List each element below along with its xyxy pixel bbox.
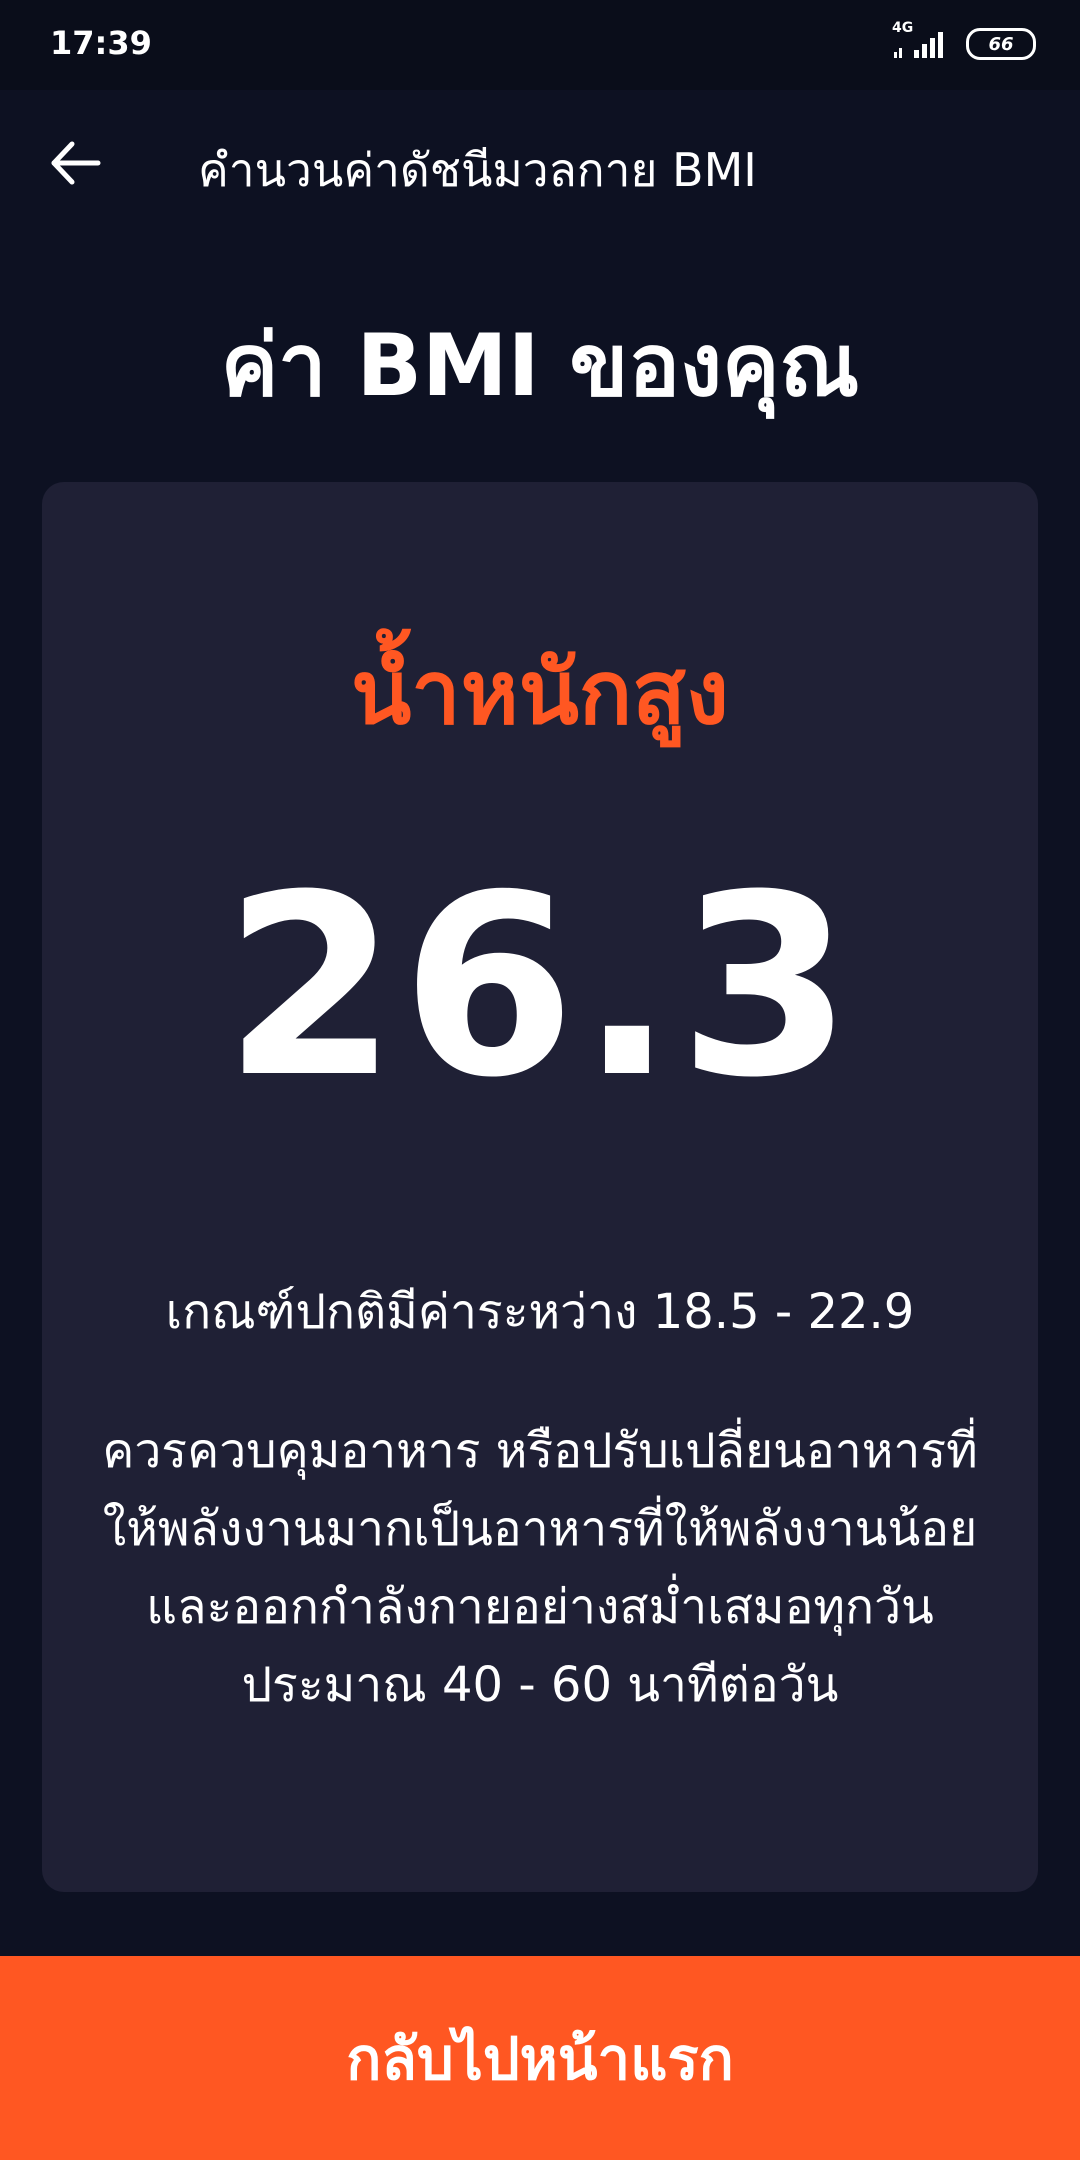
app-bar-title: คำนวนค่าดัชนีมวลกาย BMI <box>198 143 757 197</box>
battery-icon: 66 <box>966 28 1036 60</box>
result-card: น้ำหนักสูง 26.3 เกณฑ์ปกติมีค่าระหว่าง 18… <box>42 482 1038 1892</box>
arrow-left-icon <box>51 141 101 185</box>
page-title: ค่า BMI ของคุณ <box>220 316 860 416</box>
advice-text: ควรควบคุมอาหาร หรือปรับเปลี่ยนอาหารที่ให… <box>102 1423 978 1713</box>
signal-icon: 4G <box>892 20 952 62</box>
battery-level: 66 <box>988 33 1014 55</box>
status-indicators: 4G 66 <box>892 20 1036 64</box>
back-to-home-label: กลับไปหน้าแรก <box>346 2024 734 2093</box>
normal-range-text: เกณฑ์ปกติมีค่าระหว่าง 18.5 - 22.9 <box>165 1284 915 1340</box>
app-bar: คำนวนค่าดัชนีมวลกาย BMI <box>0 90 1080 230</box>
status-time: 17:39 <box>50 24 152 62</box>
back-button[interactable] <box>40 128 110 198</box>
bmi-value: 26.3 <box>223 841 857 1132</box>
network-type: 4G <box>892 20 914 36</box>
back-to-home-button[interactable]: กลับไปหน้าแรก <box>0 1956 1080 2160</box>
bmi-status-label: น้ำหนักสูง <box>351 641 729 744</box>
status-bar: 17:39 4G 66 <box>0 0 1080 90</box>
